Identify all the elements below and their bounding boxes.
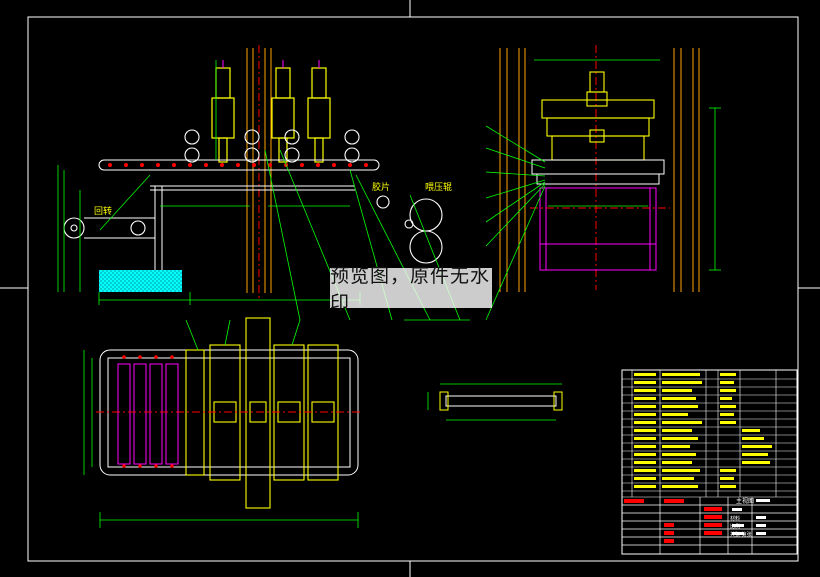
preview-watermark: 预览图，原件无水印 [330, 265, 492, 314]
label-unwind: 胶片 [372, 181, 390, 193]
drawing-name: 主视图 [736, 497, 754, 505]
side-view [485, 45, 721, 321]
sheet-label: 共张 第张 [730, 531, 752, 538]
title-block: 主视图 材料 比例 共张 第张 [621, 369, 798, 555]
scale-label: 比例 [730, 523, 740, 530]
label-feed-roller: 喂压辊 [425, 181, 452, 193]
plan-view [83, 317, 362, 528]
drawing-canvas: 回转 胶片 喂压辊 主视图 材料 比例 共张 第张 预览图，原件无水印 [0, 0, 820, 577]
material-label: 材料 [730, 515, 740, 522]
detail-view [427, 383, 563, 421]
material-stack [99, 270, 182, 292]
label-return-station: 回转 [94, 205, 112, 217]
